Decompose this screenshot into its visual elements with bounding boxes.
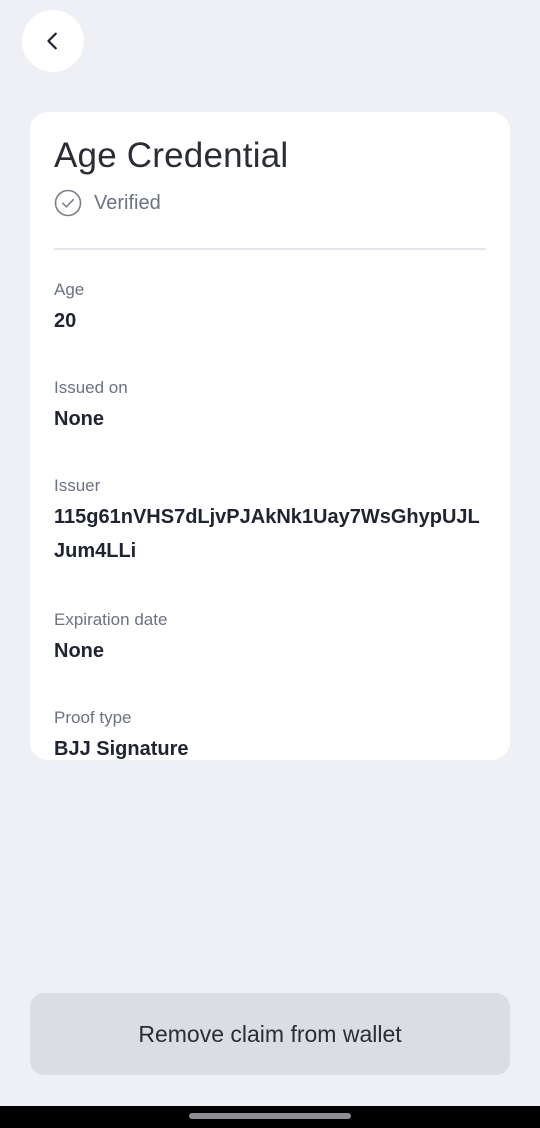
credential-detail-screen: Age Credential Verified Age 20 Issued on… (0, 0, 540, 1128)
field-value: 115g61nVHS7dLjvPJAkNk1Uay7WsGhypUJLJum4L… (54, 506, 480, 562)
field-expiration-date: Expiration date None (54, 608, 486, 666)
field-label: Age (54, 280, 85, 299)
credential-card: Age Credential Verified Age 20 Issued on… (30, 112, 510, 760)
field-value: BJJ Signature (54, 738, 189, 760)
home-indicator[interactable] (189, 1113, 351, 1119)
field-label: Expiration date (54, 610, 168, 629)
field-label: Issuer (54, 476, 101, 495)
field-age: Age 20 (54, 278, 486, 336)
field-label: Proof type (54, 708, 132, 727)
field-issued-on: Issued on None (54, 376, 486, 434)
divider (54, 248, 486, 250)
field-label: Issued on (54, 378, 128, 397)
credential-fields: Age 20 Issued on None Issuer 115g61nVHS7… (54, 278, 486, 764)
check-circle-icon (54, 189, 82, 217)
back-button[interactable] (22, 10, 84, 72)
system-navigation-bar (0, 1106, 540, 1128)
status-label: Verified (94, 191, 161, 214)
verification-status: Verified (54, 188, 486, 218)
field-proof-type: Proof type BJJ Signature (54, 706, 486, 764)
remove-claim-button[interactable]: Remove claim from wallet (30, 993, 510, 1075)
credential-title: Age Credential (54, 136, 289, 175)
field-issuer: Issuer 115g61nVHS7dLjvPJAkNk1Uay7WsGhypU… (54, 474, 486, 568)
field-value: 20 (54, 310, 77, 332)
field-value: None (54, 640, 104, 662)
chevron-left-icon (47, 32, 57, 50)
field-value: None (54, 408, 104, 430)
